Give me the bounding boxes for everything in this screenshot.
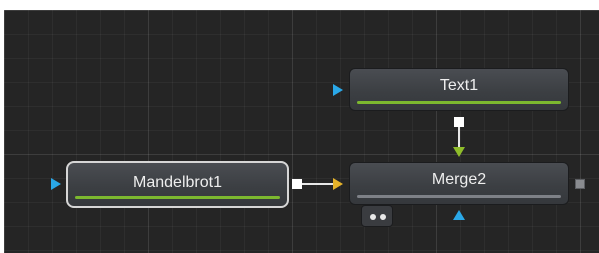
node-text1-status-bar [357,101,561,104]
badge-dot-icon [370,214,376,220]
text1-to-merge2-connection[interactable] [458,127,460,147]
node-merge2-status-bar [357,195,561,198]
mandelbrot1-to-merge2-connection[interactable] [302,183,333,185]
mandelbrot1-background-input-icon[interactable] [51,178,61,190]
merge2-mask-input-icon[interactable] [453,147,465,157]
mandelbrot1-output-port[interactable] [292,179,302,189]
node-editor-canvas[interactable]: Text1 Mandelbrot1 Merge2 [4,10,599,253]
node-merge2[interactable]: Merge2 [349,162,569,205]
merge2-options-badge[interactable] [361,205,393,227]
merge2-foreground-input-icon[interactable] [333,178,343,190]
badge-dot-icon [380,214,386,220]
node-text1[interactable]: Text1 [349,68,569,111]
merge2-output-port[interactable] [575,179,585,189]
node-mandelbrot1-status-bar [75,196,280,199]
text1-background-input-icon[interactable] [333,84,343,96]
node-mandelbrot1[interactable]: Mandelbrot1 [66,161,289,208]
node-mandelbrot1-title: Mandelbrot1 [133,174,222,191]
merge2-background-input-icon[interactable] [453,210,465,220]
node-merge2-title: Merge2 [431,171,487,188]
node-text1-title: Text1 [439,77,479,94]
text1-output-port[interactable] [454,117,464,127]
